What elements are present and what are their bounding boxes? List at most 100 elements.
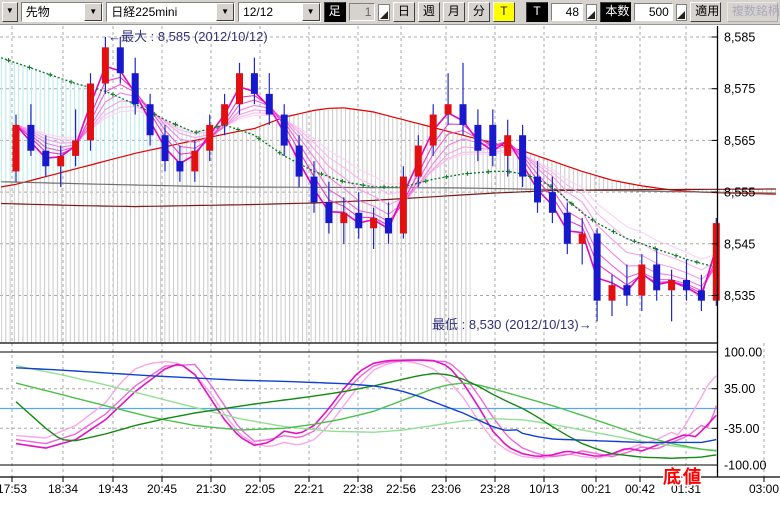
lower-axis-label: -100.00: [724, 459, 766, 473]
load-count-input[interactable]: 500: [634, 3, 673, 21]
lower-axis-label: -35.00: [724, 422, 759, 436]
category-combobox[interactable]: 先物 ▼: [21, 2, 104, 22]
timeframe-tick-button-active[interactable]: T: [493, 2, 515, 22]
candle-down: [325, 202, 332, 223]
price-axis-label: 8,575: [724, 82, 755, 96]
time-axis-label: 22:05: [245, 482, 275, 496]
candle-down: [281, 115, 288, 146]
time-axis-label: 10/13: [529, 482, 559, 496]
interval-spinner-icon[interactable]: [378, 4, 389, 21]
candle-up: [609, 285, 616, 301]
multi-symbol-button-disabled: 複数銘柄: [727, 2, 778, 22]
candle-up: [340, 213, 347, 223]
candle-down: [132, 73, 139, 104]
time-axis-label: 17:53: [0, 482, 27, 496]
lower-axis-label: 35.00: [724, 382, 755, 396]
candle-down: [355, 213, 362, 229]
bars-label-button[interactable]: 本数: [600, 2, 631, 22]
timeframe-minute-button[interactable]: 分: [468, 2, 490, 22]
candle-up: [713, 223, 720, 301]
time-axis-label: 22:56: [386, 482, 416, 496]
apply-button[interactable]: 適用: [690, 2, 721, 22]
bars-count-spinner-icon[interactable]: [586, 4, 597, 21]
candle-down: [311, 177, 318, 203]
time-axis-label: 22:21: [294, 482, 324, 496]
category-value: 先物: [22, 3, 85, 21]
candle-down: [474, 125, 481, 151]
candle-up: [638, 264, 645, 295]
candle-down: [385, 218, 392, 234]
candle-down: [698, 290, 705, 300]
candle-down: [683, 280, 690, 290]
lower-axis-label: 100.00: [724, 346, 762, 360]
candle-up: [87, 84, 94, 141]
chart-area[interactable]: 8,585 8,575 8,565 8,555 8,545 8,535 100.00 35.0…: [0, 25, 780, 500]
candle-up: [102, 47, 109, 83]
toolbar: ▼ 先物 ▼ 日経225mini ▼ 12/12 ▼ 足 1 日 週 月 分 T…: [0, 0, 780, 25]
candle-down: [42, 151, 49, 167]
candle-up: [191, 151, 198, 172]
candle-up: [57, 156, 64, 166]
time-axis-label: 23:06: [431, 482, 461, 496]
time-axis-label: 21:30: [196, 482, 226, 496]
candle-down: [176, 161, 183, 171]
bars-count-input[interactable]: 48: [551, 3, 583, 21]
candle-up: [415, 146, 422, 177]
candle-down: [251, 73, 258, 94]
candle-down: [266, 94, 273, 115]
timeframe-month-button[interactable]: 月: [443, 2, 465, 22]
chart-app-window: { "toolbar":{ "edge_combo_arrow":"▼", "c…: [0, 0, 780, 500]
timeframe-week-button[interactable]: 週: [418, 2, 440, 22]
max-price-annotation: ←最大 : 8,585 (2012/10/12): [108, 29, 268, 44]
candle-up: [13, 125, 20, 172]
candle-down: [564, 213, 571, 244]
price-axis-label: 8,565: [724, 134, 755, 148]
time-axis-label: 00:42: [625, 482, 655, 496]
price-axis-label: 8,545: [724, 237, 755, 251]
candle-down: [519, 135, 526, 176]
symbol-combobox[interactable]: 日経225mini ▼: [106, 2, 235, 22]
bottom-signal-label: 底値: [663, 466, 703, 487]
contract-month-combobox[interactable]: 12/12 ▼: [238, 2, 321, 22]
candle-down: [594, 233, 601, 300]
candle-down: [534, 177, 541, 203]
symbol-value: 日経225mini: [107, 3, 216, 21]
price-axis-label: 8,585: [724, 31, 755, 45]
candle-down: [27, 125, 34, 151]
edge-combo-dropdown-arrow-icon[interactable]: ▼: [2, 2, 18, 22]
time-axis-label: 19:43: [98, 482, 128, 496]
dropdown-arrow-icon[interactable]: ▼: [302, 3, 320, 21]
candle-up: [579, 233, 586, 243]
price-axis-label: 8,535: [724, 289, 755, 303]
dropdown-arrow-icon[interactable]: ▼: [216, 3, 234, 21]
candle-up: [370, 218, 377, 228]
candle-down: [460, 104, 467, 125]
time-axis-label: 03:00: [749, 482, 779, 496]
ashi-mode-button[interactable]: 足: [324, 2, 346, 22]
time-axis-label: 20:45: [147, 482, 177, 496]
candle-down: [549, 192, 556, 213]
price-chart-canvas[interactable]: 8,585 8,575 8,565 8,555 8,545 8,535 100.00 35.0…: [0, 25, 780, 500]
time-axis-label: 23:28: [480, 482, 510, 496]
candle-down: [623, 285, 630, 295]
price-axis-label: 8,555: [724, 186, 755, 200]
timeframe-day-button[interactable]: 日: [393, 2, 415, 22]
tick-mode-button[interactable]: T: [526, 2, 548, 22]
load-count-spinner-icon[interactable]: [676, 4, 687, 21]
candle-down: [489, 125, 496, 156]
time-axis-label: 22:38: [343, 482, 373, 496]
contract-month-value: 12/12: [239, 3, 302, 21]
candle-up: [668, 280, 675, 290]
candle-up: [400, 177, 407, 234]
candle-down: [117, 47, 124, 73]
min-price-annotation: 最低 : 8,530 (2012/10/13)→: [432, 317, 592, 332]
candle-down: [653, 264, 660, 290]
dropdown-arrow-icon[interactable]: ▼: [84, 3, 102, 21]
candle-up: [504, 135, 511, 156]
candle-up: [430, 115, 437, 146]
candle-down: [162, 135, 169, 161]
candle-up: [445, 104, 452, 114]
interval-input[interactable]: 1: [349, 3, 376, 21]
candle-up: [72, 140, 79, 156]
time-axis-label: 18:34: [48, 482, 78, 496]
